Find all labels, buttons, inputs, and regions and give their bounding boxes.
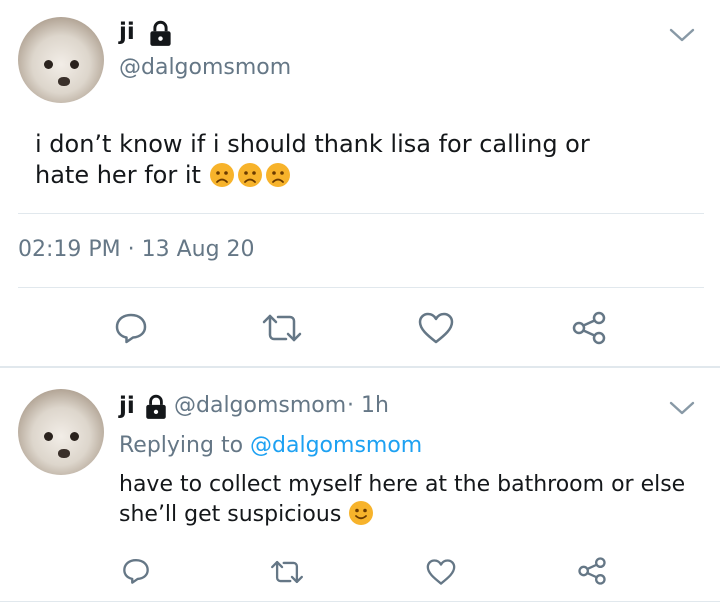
replying-to-link[interactable]: @dalgomsmom — [250, 433, 422, 458]
tweet-text: i don’t know if i should thank lisa for … — [35, 129, 635, 191]
chevron-down-icon[interactable] — [668, 25, 696, 45]
avatar[interactable] — [18, 17, 104, 103]
retweet-icon[interactable] — [259, 311, 305, 345]
avatar-nose — [58, 449, 70, 458]
worried-face-emoji — [209, 161, 293, 189]
reply-text: have to collect myself here at the bathr… — [119, 470, 689, 530]
replying-to: Replying to @dalgomsmom — [119, 433, 422, 458]
section-divider — [0, 366, 720, 368]
tweet-timestamp[interactable]: 02:19 PM · 13 Aug 20 — [18, 237, 255, 262]
author-name[interactable]: ji — [119, 393, 135, 419]
divider — [18, 287, 704, 288]
heart-icon[interactable] — [425, 558, 457, 586]
avatar[interactable] — [18, 389, 104, 475]
reply-icon[interactable] — [113, 310, 149, 346]
slightly-smiling-face-emoji — [348, 501, 376, 527]
reply-icon[interactable] — [121, 556, 151, 586]
divider — [0, 601, 720, 602]
chevron-down-icon[interactable] — [668, 398, 696, 418]
divider — [18, 213, 704, 214]
avatar-eye — [70, 60, 79, 69]
author-handle[interactable]: @dalgomsmom — [174, 393, 346, 418]
reply-text-content: have to collect myself here at the bathr… — [119, 472, 686, 527]
time-ago[interactable]: · 1h — [347, 393, 389, 418]
replying-prefix: Replying to — [119, 433, 244, 458]
author-name[interactable]: ji — [119, 19, 135, 45]
tweet-text-content: i don’t know if i should thank lisa for … — [35, 130, 590, 189]
avatar-eye — [70, 432, 79, 441]
retweet-icon[interactable] — [268, 558, 306, 586]
lock-icon — [146, 394, 166, 419]
avatar-nose — [58, 77, 70, 86]
author-handle[interactable]: @dalgomsmom — [119, 55, 291, 80]
share-icon[interactable] — [570, 310, 608, 346]
heart-icon[interactable] — [417, 311, 455, 345]
lock-icon — [150, 20, 171, 46]
share-icon[interactable] — [576, 556, 608, 586]
avatar-eye — [44, 432, 53, 441]
avatar-eye — [44, 60, 53, 69]
